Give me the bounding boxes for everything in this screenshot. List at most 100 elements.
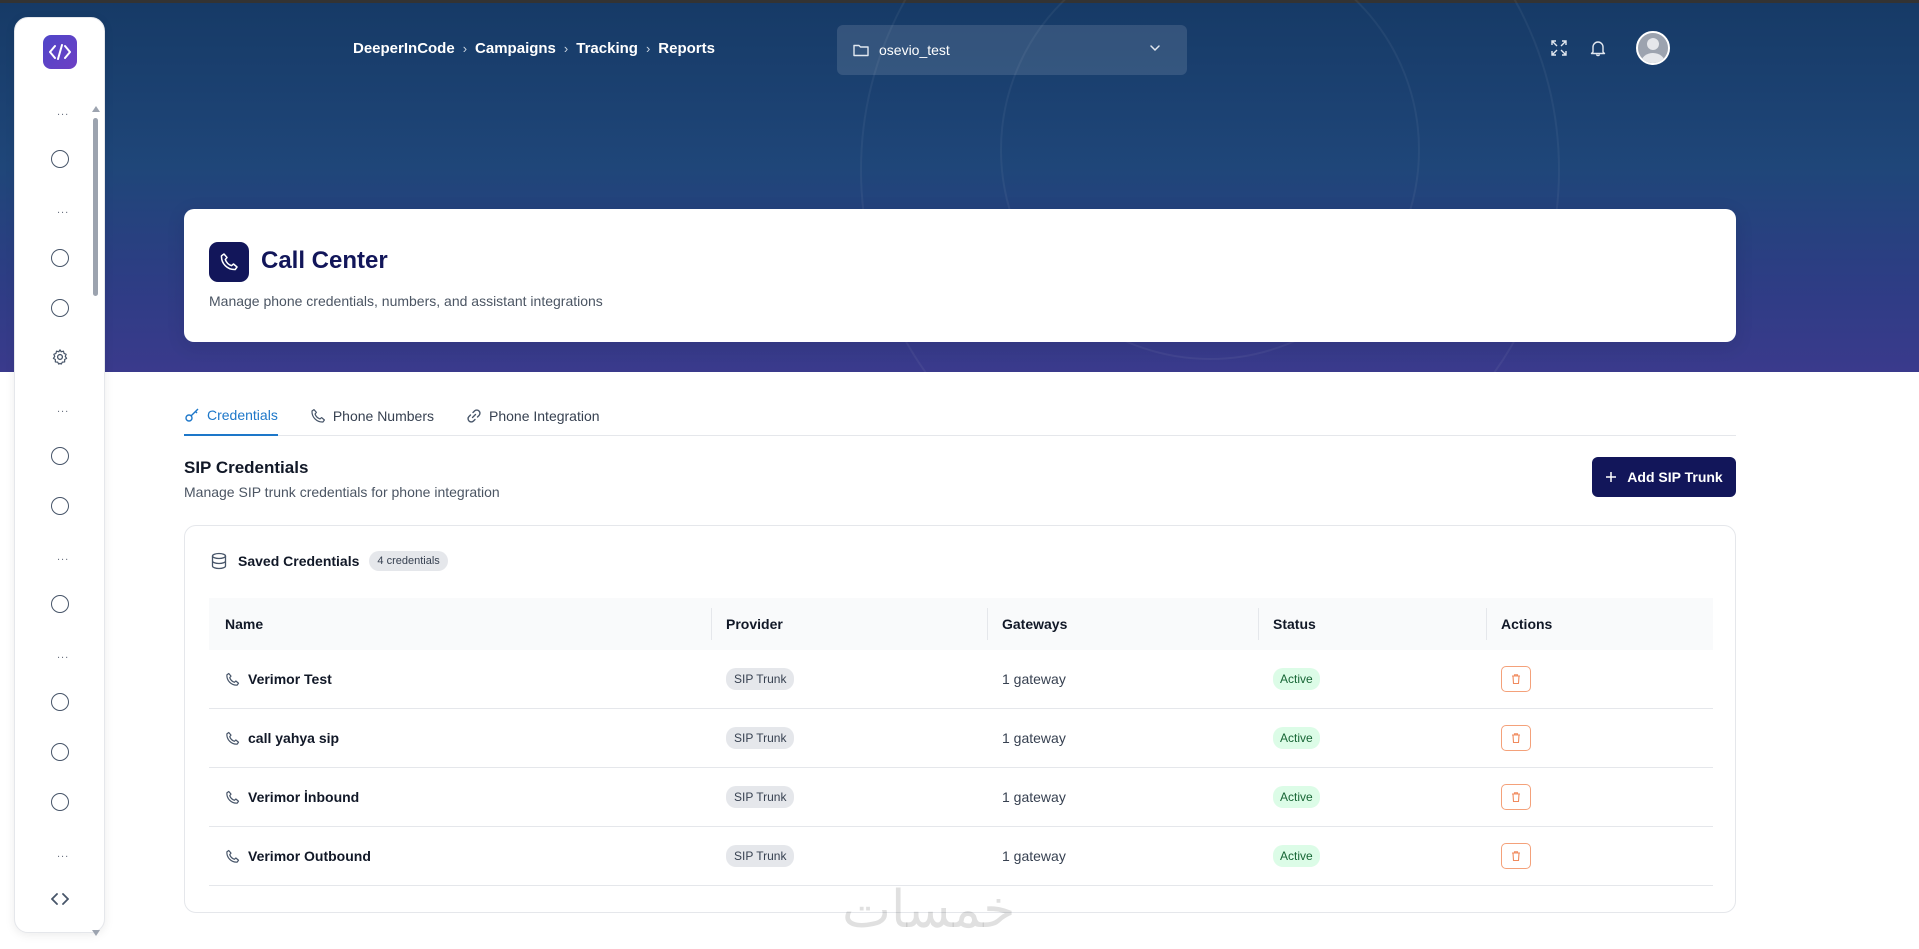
status-badge: Active bbox=[1273, 727, 1320, 749]
add-sip-trunk-label: Add SIP Trunk bbox=[1627, 469, 1723, 485]
code-icon bbox=[51, 893, 69, 905]
circle-icon bbox=[51, 447, 69, 465]
phone-icon-badge bbox=[209, 242, 249, 282]
breadcrumb-item[interactable]: Tracking bbox=[576, 40, 638, 57]
fullscreen-button[interactable] bbox=[1550, 39, 1570, 59]
section-subtitle: Manage SIP trunk credentials for phone i… bbox=[184, 484, 500, 500]
chevron-right-icon: › bbox=[462, 41, 468, 56]
column-header-status: Status bbox=[1258, 598, 1316, 650]
sidebar-item-5[interactable] bbox=[50, 496, 70, 516]
workspace-name: osevio_test bbox=[879, 42, 950, 58]
trash-icon bbox=[1512, 792, 1520, 803]
circle-icon bbox=[51, 693, 69, 711]
page-subtitle: Manage phone credentials, numbers, and a… bbox=[209, 293, 603, 309]
credential-name-cell: Verimor Test bbox=[225, 650, 332, 708]
sidebar-section-dots: ... bbox=[57, 403, 70, 415]
phone-icon bbox=[220, 253, 238, 271]
circle-icon bbox=[51, 249, 69, 267]
add-sip-trunk-button[interactable]: Add SIP Trunk bbox=[1592, 457, 1736, 497]
sidebar-section-dots: ... bbox=[57, 649, 70, 661]
column-header-provider: Provider bbox=[711, 598, 783, 650]
trash-icon bbox=[1512, 851, 1520, 862]
gateways-cell: 1 gateway bbox=[1002, 789, 1066, 805]
credential-name: Verimor Test bbox=[248, 671, 332, 687]
section-title: SIP Credentials bbox=[184, 458, 309, 477]
sidebar-section-dots: ... bbox=[57, 551, 70, 563]
status-badge: Active bbox=[1273, 786, 1320, 808]
credential-name: Verimor Outbound bbox=[248, 848, 371, 864]
page-header-card: Call Center Manage phone credentials, nu… bbox=[184, 209, 1736, 342]
tab-label: Phone Numbers bbox=[332, 408, 434, 424]
delete-button[interactable] bbox=[1501, 725, 1531, 751]
circle-icon bbox=[51, 150, 69, 168]
sidebar-item-7[interactable] bbox=[50, 692, 70, 712]
credential-name: call yahya sip bbox=[248, 730, 340, 746]
scroll-down-arrow[interactable] bbox=[92, 930, 100, 936]
gateways-cell: 1 gateway bbox=[1002, 671, 1066, 687]
sidebar-section-dots: ... bbox=[57, 848, 70, 860]
breadcrumb: DeeperInCode › Campaigns › Tracking › Re… bbox=[353, 40, 715, 57]
tab-phone-numbers[interactable]: Phone Numbers bbox=[310, 402, 434, 436]
sidebar-item-3[interactable] bbox=[50, 298, 70, 318]
sidebar-section-dots: ... bbox=[57, 106, 70, 118]
sidebar-item-2[interactable] bbox=[50, 248, 70, 268]
column-header-gateways: Gateways bbox=[986, 598, 1067, 650]
panel-header: Saved Credentials 4 credentials bbox=[210, 551, 448, 571]
sidebar-item-code[interactable] bbox=[50, 889, 70, 909]
phone-icon bbox=[226, 849, 240, 863]
sidebar-item-9[interactable] bbox=[50, 792, 70, 812]
table-row: call yahya sip SIP Trunk 1 gateway Activ… bbox=[209, 709, 1713, 768]
database-icon bbox=[211, 552, 227, 570]
circle-icon bbox=[51, 299, 69, 317]
delete-button[interactable] bbox=[1501, 666, 1531, 692]
notifications-button[interactable] bbox=[1589, 39, 1609, 59]
table-header: Name Provider Gateways Status Actions bbox=[209, 598, 1713, 650]
gateways-cell: 1 gateway bbox=[1002, 848, 1066, 864]
plus-icon bbox=[1606, 472, 1617, 482]
credentials-count-badge: 4 credentials bbox=[369, 551, 448, 571]
sidebar-item-8[interactable] bbox=[50, 742, 70, 762]
sidebar-section-dots: ... bbox=[57, 204, 70, 216]
tab-phone-integration[interactable]: Phone Integration bbox=[466, 402, 600, 436]
delete-button[interactable] bbox=[1501, 784, 1531, 810]
workspace-selector[interactable]: osevio_test bbox=[837, 25, 1187, 75]
sidebar-item-settings[interactable] bbox=[50, 347, 70, 367]
sidebar-item-6[interactable] bbox=[50, 594, 70, 614]
phone-icon bbox=[311, 409, 325, 423]
circle-icon bbox=[51, 743, 69, 761]
saved-credentials-panel: Saved Credentials 4 credentials Name Pro… bbox=[184, 525, 1736, 913]
breadcrumb-item[interactable]: Campaigns bbox=[475, 40, 556, 57]
table-row: Verimor Test SIP Trunk 1 gateway Active bbox=[209, 650, 1713, 709]
scroll-thumb[interactable] bbox=[93, 118, 98, 296]
status-badge: Active bbox=[1273, 845, 1320, 867]
page-title: Call Center bbox=[261, 247, 388, 274]
status-badge: Active bbox=[1273, 668, 1320, 690]
breadcrumb-item[interactable]: Reports bbox=[658, 40, 715, 57]
sidebar-scrollbar[interactable] bbox=[92, 106, 100, 936]
scroll-up-arrow[interactable] bbox=[92, 106, 100, 112]
delete-button[interactable] bbox=[1501, 843, 1531, 869]
gateways-cell: 1 gateway bbox=[1002, 730, 1066, 746]
trash-icon bbox=[1512, 733, 1520, 744]
tab-label: Credentials bbox=[207, 407, 278, 423]
phone-icon bbox=[226, 672, 240, 686]
gear-icon bbox=[52, 349, 68, 365]
credential-name-cell: Verimor İnbound bbox=[225, 768, 359, 826]
expand-icon bbox=[1551, 40, 1567, 56]
user-avatar[interactable] bbox=[1636, 31, 1670, 65]
chevron-right-icon: › bbox=[563, 41, 569, 56]
column-header-actions: Actions bbox=[1485, 598, 1552, 650]
sidebar-item-1[interactable] bbox=[50, 149, 70, 169]
tab-credentials[interactable]: Credentials bbox=[184, 402, 278, 436]
sidebar: ... ... ... ... ... ... bbox=[14, 17, 105, 936]
table-row: Verimor İnbound SIP Trunk 1 gateway Acti… bbox=[209, 768, 1713, 827]
breadcrumb-item[interactable]: DeeperInCode bbox=[353, 40, 455, 57]
provider-badge: SIP Trunk bbox=[726, 668, 795, 690]
phone-icon bbox=[226, 731, 240, 745]
table-row: Verimor Outbound SIP Trunk 1 gateway Act… bbox=[209, 827, 1713, 886]
sidebar-item-4[interactable] bbox=[50, 446, 70, 466]
credential-name-cell: Verimor Outbound bbox=[225, 827, 371, 885]
circle-icon bbox=[51, 793, 69, 811]
trash-icon bbox=[1512, 674, 1520, 685]
app-logo[interactable] bbox=[43, 35, 77, 69]
